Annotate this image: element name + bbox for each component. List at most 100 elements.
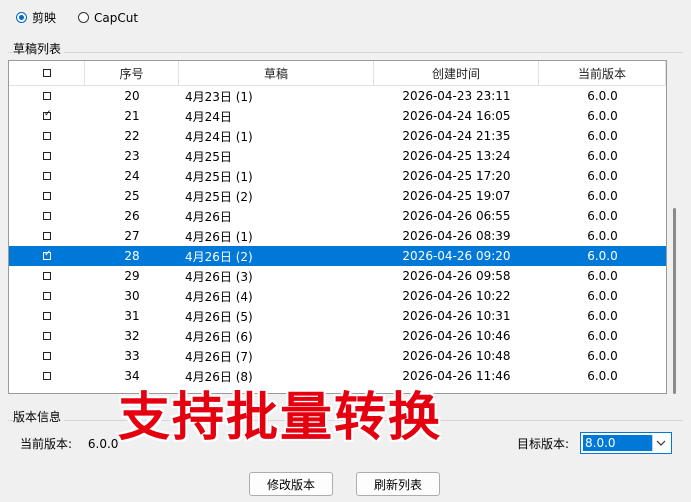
row-checkbox[interactable] (43, 92, 51, 100)
table-row[interactable]: 23 4月25日 2026-04-25 13:24 6.0.0 (9, 146, 666, 166)
row-created: 2026-04-26 10:22 (402, 289, 511, 303)
row-version: 6.0.0 (587, 249, 618, 263)
row-checkbox[interactable] (43, 372, 51, 380)
row-select-cell[interactable] (9, 226, 85, 246)
header-created[interactable]: 创建时间 (374, 61, 539, 85)
current-version: 当前版本: 6.0.0 (20, 435, 118, 452)
row-draft-name: 4月26日 (8) (185, 369, 253, 384)
row-version: 6.0.0 (587, 89, 618, 103)
row-select-cell[interactable] (9, 146, 85, 166)
table-row[interactable]: 32 4月26日 (6) 2026-04-26 10:46 6.0.0 (9, 326, 666, 346)
row-version: 6.0.0 (587, 289, 618, 303)
table-row[interactable]: ✓ 28 4月26日 (2) 2026-04-26 09:20 6.0.0 (9, 246, 666, 266)
table-row[interactable]: 27 4月26日 (1) 2026-04-26 08:39 6.0.0 (9, 226, 666, 246)
row-no: 30 (124, 289, 140, 303)
table-row[interactable]: ✓ 21 4月24日 2026-04-24 16:05 6.0.0 (9, 106, 666, 126)
row-select-cell[interactable] (9, 266, 85, 286)
row-version: 6.0.0 (587, 129, 618, 143)
select-all-checkbox[interactable] (42, 69, 51, 77)
row-checkbox[interactable] (43, 172, 51, 180)
row-checkbox[interactable]: ✓ (43, 109, 52, 120)
table-row[interactable]: 25 4月25日 (2) 2026-04-25 19:07 6.0.0 (9, 186, 666, 206)
current-version-label: 当前版本: (20, 437, 73, 451)
row-checkbox[interactable] (43, 152, 51, 160)
scrollbar-thumb[interactable] (673, 208, 676, 394)
row-select-cell[interactable] (9, 186, 85, 206)
radio-capcut[interactable]: CapCut (78, 11, 138, 25)
row-no: 33 (124, 349, 140, 363)
chevron-down-icon[interactable] (652, 435, 669, 451)
row-created: 2026-04-26 10:48 (402, 349, 511, 363)
row-draft-name: 4月26日 (6) (185, 329, 253, 344)
row-created: 2026-04-26 06:55 (402, 209, 511, 223)
modify-version-button[interactable]: 修改版本 (249, 472, 333, 496)
row-version: 6.0.0 (587, 309, 618, 323)
row-select-cell[interactable] (9, 86, 85, 106)
table-row[interactable]: 31 4月26日 (5) 2026-04-26 10:31 6.0.0 (9, 306, 666, 326)
row-no: 29 (124, 269, 140, 283)
table-row[interactable]: 33 4月26日 (7) 2026-04-26 10:48 6.0.0 (9, 346, 666, 366)
drafts-table[interactable]: 序号 草稿 创建时间 当前版本 20 4月23日 (1) 2026-04-23 23… (8, 60, 667, 394)
row-checkbox[interactable] (43, 132, 51, 140)
row-select-cell[interactable] (9, 166, 85, 186)
row-select-cell[interactable]: ✓ (9, 106, 85, 126)
row-checkbox[interactable] (43, 232, 51, 240)
row-checkbox[interactable] (43, 292, 51, 300)
row-select-cell[interactable] (9, 286, 85, 306)
row-no: 31 (124, 309, 140, 323)
row-created: 2026-04-25 17:20 (402, 169, 511, 183)
row-select-cell[interactable] (9, 366, 85, 386)
row-version: 6.0.0 (587, 229, 618, 243)
row-no: 25 (124, 189, 140, 203)
row-checkbox[interactable]: ✓ (43, 250, 52, 260)
header-draft[interactable]: 草稿 (179, 61, 374, 85)
app-type-radio-group: 剪映 CapCut (16, 9, 138, 26)
row-created: 2026-04-26 09:58 (402, 269, 511, 283)
target-version-label: 目标版本: (517, 437, 570, 451)
table-body: 20 4月23日 (1) 2026-04-23 23:11 6.0.0 ✓ 21 4月24日… (9, 86, 666, 386)
table-header: 序号 草稿 创建时间 当前版本 (9, 61, 666, 86)
radio-jianying[interactable]: 剪映 (16, 9, 56, 26)
row-checkbox[interactable] (43, 312, 51, 320)
table-row[interactable]: 30 4月26日 (4) 2026-04-26 10:22 6.0.0 (9, 286, 666, 306)
row-checkbox[interactable] (43, 192, 51, 200)
table-row[interactable]: 24 4月25日 (1) 2026-04-25 17:20 6.0.0 (9, 166, 666, 186)
row-select-cell[interactable] (9, 306, 85, 326)
row-no: 34 (124, 369, 140, 383)
row-select-cell[interactable] (9, 206, 85, 226)
table-row[interactable]: 20 4月23日 (1) 2026-04-23 23:11 6.0.0 (9, 86, 666, 106)
overlay-caption: 支持批量转换 (118, 388, 443, 448)
check-icon: ✓ (44, 109, 52, 119)
row-checkbox[interactable] (43, 272, 51, 280)
row-no: 22 (124, 129, 140, 143)
row-no: 26 (124, 209, 140, 223)
row-select-cell[interactable] (9, 346, 85, 366)
header-no[interactable]: 序号 (85, 61, 179, 85)
radio-jianying-dot[interactable] (16, 12, 27, 23)
radio-capcut-dot[interactable] (78, 12, 90, 23)
header-version[interactable]: 当前版本 (539, 61, 666, 85)
row-select-cell[interactable] (9, 126, 85, 146)
table-scrollbar[interactable] (667, 60, 683, 394)
row-select-cell[interactable] (9, 326, 85, 346)
drafts-group-label: 草稿列表 (13, 40, 65, 57)
row-draft-name: 4月26日 (2) (185, 249, 253, 264)
row-checkbox[interactable] (43, 212, 51, 220)
row-checkbox[interactable] (43, 332, 51, 340)
row-select-cell[interactable]: ✓ (9, 246, 85, 266)
row-checkbox[interactable] (43, 352, 51, 360)
refresh-list-button[interactable]: 刷新列表 (356, 472, 440, 496)
row-draft-name: 4月25日 (2) (185, 189, 253, 204)
row-no: 23 (124, 149, 140, 163)
row-no: 24 (124, 169, 140, 183)
row-draft-name: 4月23日 (1) (185, 89, 253, 104)
row-version: 6.0.0 (587, 169, 618, 183)
table-row[interactable]: 22 4月24日 (1) 2026-04-24 21:35 6.0.0 (9, 126, 666, 146)
header-select-all[interactable] (9, 61, 85, 85)
table-row[interactable]: 26 4月26日 2026-04-26 06:55 6.0.0 (9, 206, 666, 226)
table-row[interactable]: 34 4月26日 (8) 2026-04-26 11:46 6.0.0 (9, 366, 666, 386)
row-created: 2026-04-23 23:11 (402, 89, 511, 103)
row-no: 28 (124, 249, 140, 263)
table-row[interactable]: 29 4月26日 (3) 2026-04-26 09:58 6.0.0 (9, 266, 666, 286)
target-version-select[interactable]: 8.0.0 (580, 432, 672, 454)
